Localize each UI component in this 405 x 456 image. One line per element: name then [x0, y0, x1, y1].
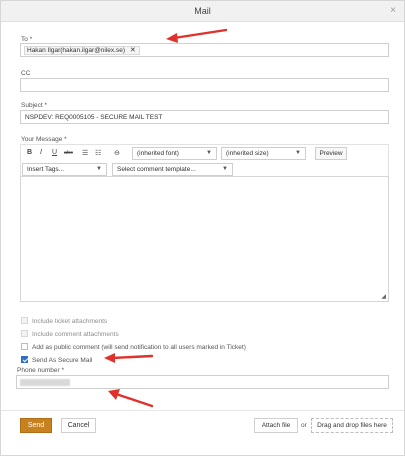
cc-field[interactable]: [20, 78, 389, 92]
to-label: To *: [21, 36, 33, 43]
recipient-chip-label: Hakan Ilgar(hakan.ilgar@nilex.se): [27, 47, 126, 54]
option-send-secure-mail[interactable]: Send As Secure Mail: [21, 356, 92, 366]
editor-toolbar: B I U abc ☰ ☷ ⊖ (inherited font) ▼ (inhe…: [20, 144, 389, 176]
redacted-value: [20, 379, 70, 386]
message-editor[interactable]: ◢: [20, 176, 389, 302]
subject-label: Subject *: [21, 102, 48, 109]
strikethrough-button[interactable]: abc: [64, 150, 73, 156]
file-dropzone[interactable]: Drag and drop files here: [311, 418, 393, 433]
or-text: or: [301, 422, 307, 429]
footer-divider: [1, 410, 404, 411]
resize-handle-icon[interactable]: ◢: [381, 293, 386, 300]
size-select[interactable]: (inherited size) ▼: [221, 147, 306, 160]
to-field[interactable]: Hakan Ilgar(hakan.ilgar@nilex.se) ✕: [20, 43, 389, 57]
insert-tags-select[interactable]: Insert Tags... ▼: [22, 163, 107, 176]
chevron-down-icon: ▼: [206, 150, 212, 156]
attach-file-button[interactable]: Attach file: [254, 418, 298, 433]
phone-number-field[interactable]: [16, 375, 389, 389]
dialog-titlebar: Mail ×: [1, 1, 404, 22]
chevron-down-icon: ▼: [222, 166, 228, 172]
option-add-public-comment[interactable]: Add as public comment (will send notific…: [21, 343, 246, 353]
option-label: Include comment attachments: [32, 331, 119, 338]
italic-button[interactable]: I: [40, 149, 42, 156]
subject-value: NSPDEV: REQ0005105 - SECURE MAIL TEST: [25, 114, 163, 121]
link-icon[interactable]: ⊖: [114, 149, 120, 157]
checkbox[interactable]: [21, 343, 28, 350]
option-label: Include ticket attachments: [32, 318, 108, 325]
bold-button[interactable]: B: [27, 149, 32, 156]
option-label: Send As Secure Mail: [32, 357, 93, 364]
recipient-chip: Hakan Ilgar(hakan.ilgar@nilex.se) ✕: [24, 46, 140, 55]
size-select-value: (inherited size): [226, 150, 269, 157]
cc-label: CC: [21, 70, 31, 77]
message-label: Your Message *: [21, 136, 67, 143]
chevron-down-icon: ▼: [96, 166, 102, 172]
numbered-list-icon[interactable]: ☷: [95, 149, 101, 157]
preview-button[interactable]: Preview: [315, 147, 347, 160]
font-select[interactable]: (inherited font) ▼: [132, 147, 217, 160]
phone-label: Phone number *: [17, 367, 64, 374]
dialog-title: Mail: [194, 6, 211, 16]
close-icon[interactable]: ×: [388, 5, 398, 16]
send-button[interactable]: Send: [20, 418, 52, 433]
option-include-comment-attachments[interactable]: Include comment attachments: [21, 330, 119, 340]
chevron-down-icon: ▼: [295, 150, 301, 156]
subject-field[interactable]: NSPDEV: REQ0005105 - SECURE MAIL TEST: [20, 110, 389, 124]
comment-template-value: Select comment template...: [117, 166, 196, 173]
checkbox[interactable]: [21, 317, 28, 324]
comment-template-select[interactable]: Select comment template... ▼: [112, 163, 233, 176]
insert-tags-value: Insert Tags...: [27, 166, 65, 173]
cancel-button[interactable]: Cancel: [61, 418, 96, 433]
option-label: Add as public comment (will send notific…: [32, 344, 246, 351]
underline-button[interactable]: U: [52, 149, 57, 156]
checkbox-checked[interactable]: [21, 356, 28, 363]
option-include-ticket-attachments[interactable]: Include ticket attachments: [21, 317, 107, 327]
mail-dialog: Mail × To * Hakan Ilgar(hakan.ilgar@nile…: [0, 0, 405, 456]
checkbox[interactable]: [21, 330, 28, 337]
remove-recipient-icon[interactable]: ✕: [130, 47, 136, 54]
bullet-list-icon[interactable]: ☰: [82, 149, 88, 157]
font-select-value: (inherited font): [137, 150, 179, 157]
